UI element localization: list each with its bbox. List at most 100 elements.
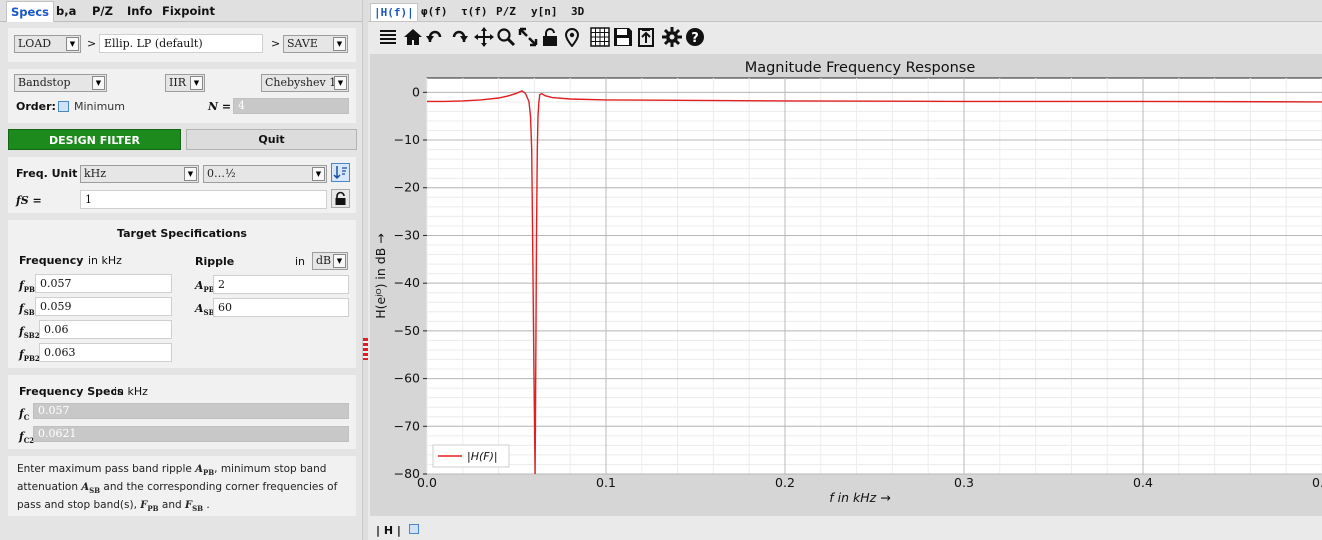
x-tick-label: 0.1	[596, 475, 616, 490]
settings-icon[interactable]	[662, 27, 682, 47]
menu-icon[interactable]	[378, 27, 398, 47]
tab-3d[interactable]: 3D	[568, 3, 587, 21]
grid-icon[interactable]	[590, 27, 610, 47]
info-apb: APB	[195, 464, 215, 477]
tab-ba[interactable]: b,a	[52, 1, 80, 22]
right-panel: |H(f)| φ(f) τ(f) P/Z y[n] 3D ? Magnitude…	[368, 0, 1322, 540]
tab-info[interactable]: Info	[123, 1, 156, 22]
freq-unit-label: Freq. Unit	[16, 167, 78, 180]
fpb-field[interactable]: 0.057	[35, 274, 172, 293]
asb-field[interactable]: 60	[213, 298, 349, 317]
bottom-tab-checkbox[interactable]	[408, 524, 419, 534]
tab-phase[interactable]: φ(f)	[418, 3, 451, 21]
quit-button[interactable]: Quit	[186, 129, 357, 150]
x-tick-label: 0.5	[1312, 475, 1322, 490]
order-n-label: N =	[208, 100, 232, 113]
order-label: Order:	[16, 100, 56, 113]
tab-pole-zero[interactable]: P/Z	[493, 3, 519, 21]
tab-magnitude[interactable]: |H(f)|	[370, 3, 418, 21]
load-combo-value: LOAD	[18, 37, 52, 50]
design-method-combo[interactable]: Chebyshev 1 ▼	[261, 74, 349, 92]
fs-field[interactable]: 1	[80, 190, 327, 209]
fpb-label: fPB	[19, 279, 35, 294]
y-tick-label: −20	[394, 180, 420, 195]
y-tick-label: −30	[394, 227, 420, 242]
info-text: Enter maximum pass band ripple APB, mini…	[8, 456, 356, 516]
y-tick-label: −50	[394, 323, 420, 338]
chevron-down-icon: ▼	[333, 254, 346, 268]
apb-field[interactable]: 2	[213, 275, 349, 294]
freq-unit-combo[interactable]: kHz ▼	[80, 165, 199, 183]
info-s2: A	[81, 482, 90, 493]
info-s1sub: PB	[202, 468, 215, 477]
load-combo[interactable]: LOAD ▼	[14, 35, 81, 53]
bottom-tab[interactable]: | H |	[376, 524, 419, 537]
filter-type-group: Bandstop ▼ IIR ▼ Chebyshev 1 ▼ Order: Mi…	[8, 69, 356, 123]
filter-class-value: IIR	[169, 76, 186, 89]
fsb2-field[interactable]: 0.06	[39, 320, 172, 339]
filter-class-combo[interactable]: IIR ▼	[165, 74, 205, 92]
magnitude-chart[interactable]: Magnitude Frequency Response 0.0 0.1 0.2 0.…	[370, 54, 1322, 516]
fsb-field[interactable]: 0.059	[35, 297, 172, 316]
zoom-icon[interactable]	[496, 27, 516, 47]
x-tick-label: 0.3	[954, 475, 974, 490]
legend-label: |H(F)|	[467, 450, 498, 463]
bottom-tab-label: | H |	[376, 524, 401, 537]
y-tick-label: −40	[394, 275, 420, 290]
fit-icon[interactable]	[518, 27, 538, 47]
info-t4: and	[158, 499, 185, 511]
lock-icon[interactable]	[540, 27, 560, 47]
help-icon[interactable]: ?	[685, 27, 705, 47]
fc-sub: C	[23, 413, 30, 423]
order-n-field: 4	[233, 98, 349, 114]
fc2-field: 0.0621	[33, 426, 349, 442]
chevron-down-icon: ▼	[333, 37, 346, 51]
y-tick-label: 0	[412, 84, 420, 99]
fc2-label: fC2	[19, 430, 34, 445]
y-tick-label: −10	[394, 132, 420, 147]
legend: |H(F)|	[432, 444, 510, 468]
sort-icon[interactable]	[331, 163, 350, 182]
marker-icon[interactable]	[562, 27, 582, 47]
ripple-unit-combo[interactable]: dB ▼	[312, 252, 348, 270]
undo-icon[interactable]	[426, 27, 446, 47]
pan-icon[interactable]	[474, 27, 494, 47]
export-icon[interactable]	[636, 27, 656, 47]
ripple-unit-value: dB	[316, 254, 332, 267]
design-filter-button[interactable]: DESIGN FILTER	[8, 129, 181, 150]
freq-range-combo[interactable]: 0…½ ▼	[203, 165, 327, 183]
info-s2sub: SB	[89, 486, 101, 495]
fsb-sub: SB	[23, 308, 35, 318]
apb-label: APB	[195, 279, 215, 294]
info-s4sub: SB	[192, 504, 204, 513]
tab-impulse[interactable]: y[n]	[528, 3, 561, 21]
tab-fixpoint[interactable]: Fixpoint	[158, 1, 219, 22]
lock-icon[interactable]	[331, 189, 350, 208]
tab-group-delay[interactable]: τ(f)	[458, 3, 491, 21]
freq-range-value: 0…½	[207, 167, 236, 180]
response-type-combo[interactable]: Bandstop ▼	[14, 74, 107, 92]
save-icon[interactable]	[613, 27, 633, 47]
redo-icon[interactable]	[448, 27, 468, 47]
response-type-value: Bandstop	[18, 76, 71, 89]
fpb2-field[interactable]: 0.063	[39, 343, 172, 362]
ripple-in-label: in	[295, 255, 306, 268]
info-fpb: FPB	[140, 500, 158, 513]
filter-name-field[interactable]: Ellip. LP (default)	[99, 34, 263, 53]
fc-label: fC	[19, 407, 29, 422]
tab-pz[interactable]: P/Z	[88, 1, 117, 22]
plot-area: Magnitude Frequency Response 0.0 0.1 0.2 0.…	[370, 54, 1322, 516]
frequency-specs-group: Frequency Specs in kHz fC 0.057 fC2 0.06…	[8, 375, 356, 449]
tab-specs[interactable]: Specs	[6, 1, 54, 22]
chevron-down-icon: ▼	[190, 76, 203, 90]
x-tick-label: 0.0	[417, 475, 437, 490]
minimum-checkbox[interactable]	[58, 101, 69, 112]
minimum-label: Minimum	[74, 100, 125, 113]
fsb-label: fSB	[19, 302, 35, 317]
chart-title: Magnitude Frequency Response	[745, 60, 976, 76]
home-icon[interactable]	[403, 27, 423, 47]
asb-label: ASB	[195, 302, 215, 317]
target-specs-title: Target Specifications	[117, 227, 247, 240]
design-method-value: Chebyshev 1	[265, 76, 337, 89]
save-combo[interactable]: SAVE ▼	[283, 35, 348, 53]
